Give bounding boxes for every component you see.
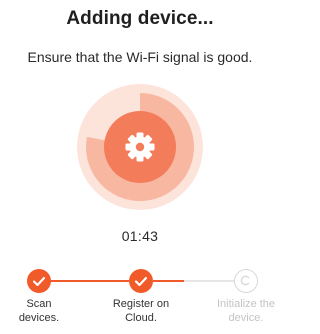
step-2-check-icon bbox=[129, 269, 153, 293]
step-2-label: Register on Cloud. bbox=[112, 298, 170, 324]
step-1-check-icon bbox=[27, 269, 51, 293]
wifi-hint-text: Ensure that the Wi-Fi signal is good. bbox=[27, 49, 253, 65]
step-1-label: Scan devices. bbox=[18, 298, 60, 324]
page-title: Adding device... bbox=[66, 8, 214, 29]
step-3-pending-icon bbox=[234, 269, 258, 293]
countdown-timer: 01:43 bbox=[121, 228, 159, 244]
gear-icon bbox=[122, 129, 158, 165]
step-3-label: Initialize the device. bbox=[216, 298, 276, 324]
step-connector-2-done bbox=[153, 280, 184, 282]
step-progress: Scan devices. Register on Cloud. Initial… bbox=[0, 268, 280, 334]
step-connector-2-pending bbox=[184, 280, 234, 282]
step-connector-1 bbox=[41, 280, 129, 282]
